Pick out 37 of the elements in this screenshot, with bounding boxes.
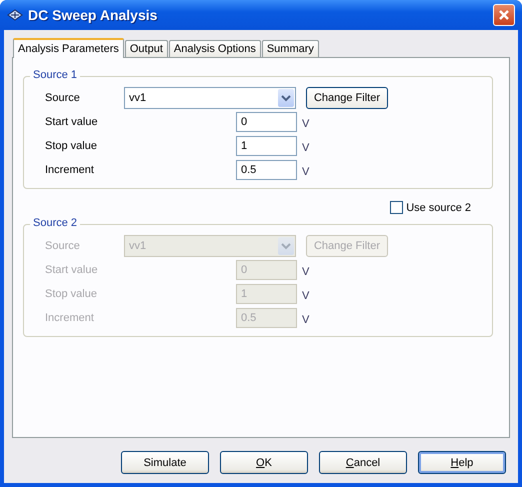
dialog-button[interactable]: Cancel (319, 451, 407, 474)
chevron-down-icon (278, 237, 294, 255)
close-button[interactable] (493, 4, 515, 26)
change-filter-button[interactable]: Change Filter (306, 87, 388, 109)
window-title: DC Sweep Analysis (28, 7, 158, 23)
field-label: Stop value (45, 140, 98, 152)
source-dropdown[interactable]: vv1 (124, 87, 296, 109)
unit-label: V (302, 313, 310, 326)
tab[interactable]: Summary (262, 40, 319, 57)
close-icon (498, 9, 510, 21)
field-label: Increment (45, 164, 95, 176)
group-title: Source 2 (30, 217, 80, 229)
checkbox[interactable] (390, 201, 404, 214)
unit-label: V (302, 117, 310, 130)
dialog-button[interactable]: OK (220, 451, 308, 474)
tab[interactable]: Output (124, 40, 168, 57)
app-icon (7, 9, 23, 21)
dialog-button[interactable]: Help (418, 451, 506, 474)
unit-label: V (302, 165, 310, 178)
unit-label: V (302, 265, 310, 278)
tab[interactable]: Analysis Options (168, 40, 261, 57)
value-field[interactable]: 0 (236, 112, 297, 132)
value-field[interactable]: 0.5 (236, 160, 297, 180)
unit-label: V (302, 289, 310, 302)
field-label: Source (45, 240, 81, 252)
dialog-button[interactable]: Simulate (121, 451, 209, 474)
field-label: Stop value (45, 288, 98, 300)
field-label: Increment (45, 312, 95, 324)
field-label: Source (45, 92, 81, 104)
field-label: Start value (45, 264, 99, 276)
group-title: Source 1 (30, 69, 80, 81)
field-label: Start value (45, 116, 99, 128)
checkbox-label: Use source 2 (406, 202, 471, 214)
tab[interactable]: Analysis Parameters (13, 38, 124, 58)
value-field[interactable]: 1 (236, 136, 297, 156)
chevron-down-icon (278, 89, 294, 107)
unit-label: V (302, 141, 310, 154)
